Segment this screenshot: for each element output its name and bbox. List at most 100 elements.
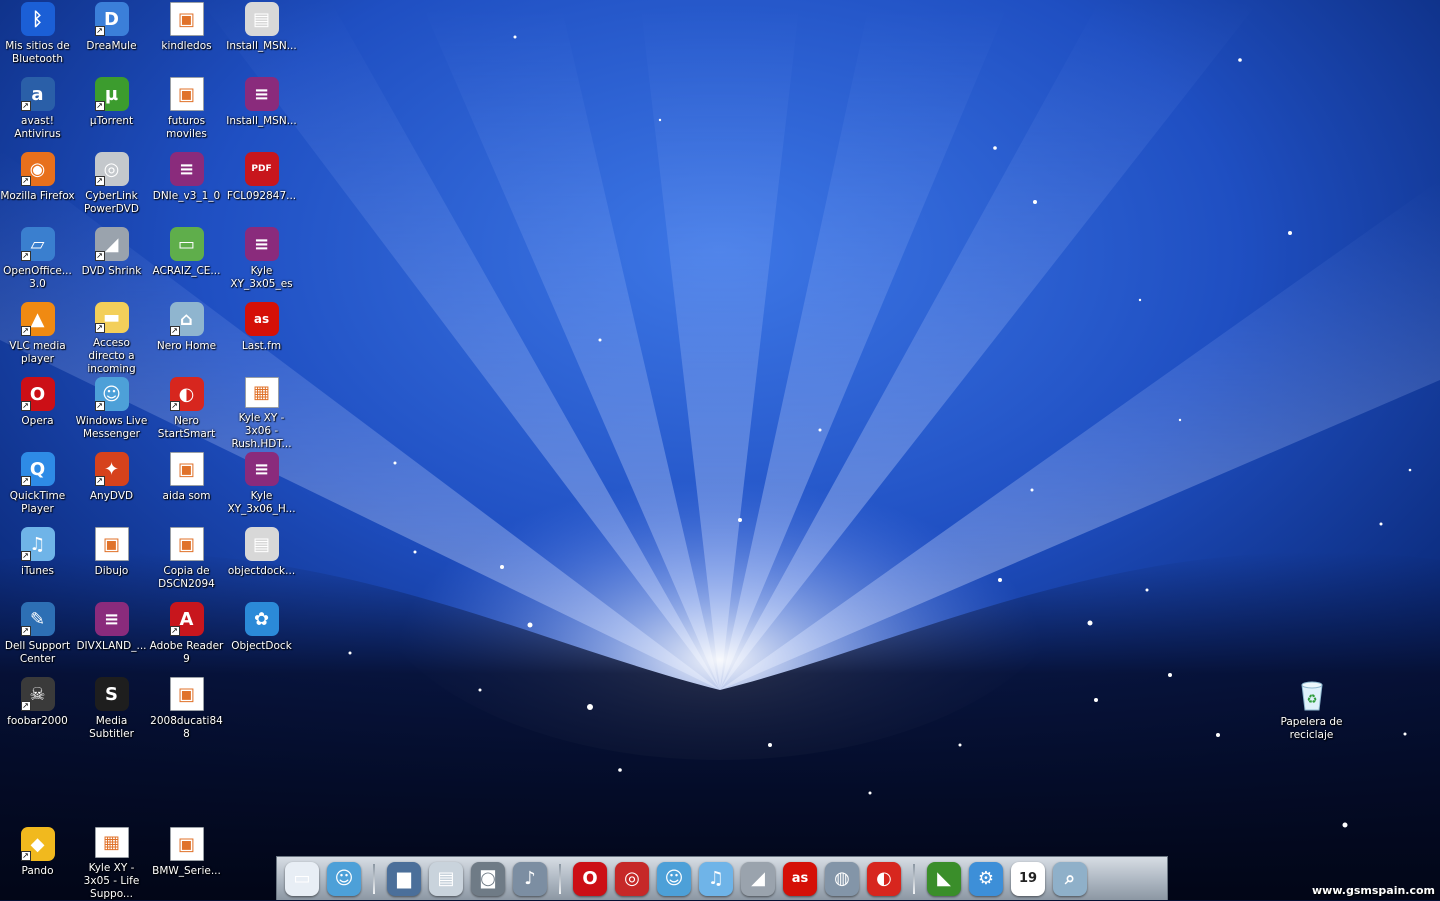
svg-text:♻: ♻ — [1306, 692, 1317, 706]
desktop-shortcut[interactable]: ▣ aida som — [149, 451, 224, 526]
desktop-shortcut[interactable]: ▣ BMW_Serie... — [149, 826, 224, 901]
dock-glyph: ◎ — [624, 868, 640, 889]
dock-item[interactable]: ▤ — [426, 859, 466, 899]
shortcut-arrow-icon: ↗ — [20, 851, 31, 861]
desktop-shortcut[interactable]: ≡ DNIe_v3_1_0 — [149, 151, 224, 226]
shortcut-arrow-icon: ↗ — [20, 251, 31, 261]
archive-icon: ≡ — [169, 152, 204, 186]
desktop-shortcut[interactable]: ≡ Kyle XY_3x06_H... — [224, 451, 299, 526]
desktop-icon-label: Install_MSN... — [226, 115, 297, 127]
dock-separator — [373, 863, 375, 894]
desktop-shortcut[interactable]: ⌂ ↗ Nero Home — [149, 301, 224, 376]
desktop-shortcut[interactable]: D ↗ DreaMule — [74, 1, 149, 76]
dock-item[interactable]: ◣ — [924, 859, 964, 899]
dock-item[interactable]: O — [570, 859, 610, 899]
desktop-shortcut[interactable]: ✎ ↗ Dell Support Center — [0, 601, 75, 676]
desktop-shortcut[interactable]: Q ↗ QuickTime Player — [0, 451, 75, 526]
dock-item[interactable]: ⚙ — [966, 859, 1006, 899]
icon-glyph: O — [29, 383, 46, 405]
desktop-shortcut[interactable]: ᛒ Mis sitios de Bluetooth — [0, 1, 75, 76]
desktop-shortcut[interactable]: ▦ Kyle XY - 3x06 - Rush.HDT... — [224, 376, 299, 451]
pdf-file-icon: PDF — [244, 152, 279, 186]
desktop-shortcut[interactable]: ▭ ACRAIZ_CE... — [149, 226, 224, 301]
desktop-shortcut[interactable]: ≡ Kyle XY_3x05_es — [224, 226, 299, 301]
icon-glyph: ▣ — [177, 833, 195, 855]
dock-item[interactable]: ▆ — [384, 859, 424, 899]
dock-item[interactable]: ◎ — [612, 859, 652, 899]
shortcut-arrow-icon: ↗ — [94, 251, 105, 261]
icon-glyph: ▤ — [252, 533, 270, 555]
desktop-shortcut[interactable]: ▤ objectdock... — [224, 526, 299, 601]
desktop-icon-label: Dibujo — [94, 565, 129, 577]
dock-item[interactable]: ⌕ — [1050, 859, 1090, 899]
icon-glyph: ☠ — [29, 683, 46, 705]
desktop-icon-label: DNIe_v3_1_0 — [152, 190, 221, 202]
dock-item[interactable]: ☺ — [324, 859, 364, 899]
desktop-shortcut[interactable]: ▬ ↗ Acceso directo a incoming — [74, 301, 149, 376]
image-file-icon: ▣ — [169, 452, 204, 486]
desktop-shortcut[interactable]: ▦ Kyle XY - 3x05 - Life Suppo... — [74, 826, 149, 901]
dock-item[interactable]: ▭ — [282, 859, 322, 899]
dock-item[interactable]: ♫ — [696, 859, 736, 899]
shortcut-arrow-icon: ↗ — [20, 401, 31, 411]
desktop-icon-label: OpenOffice... 3.0 — [3, 265, 72, 290]
icon-glyph: ▦ — [252, 382, 270, 403]
dvdshrink-dock-icon: ◢ — [741, 861, 775, 896]
avast-icon: a ↗ — [20, 77, 55, 111]
dock-item[interactable]: ☺ — [654, 859, 694, 899]
desktop-shortcut[interactable]: ✿ ObjectDock — [224, 601, 299, 676]
desktop-shortcut[interactable]: ◆ ↗ Pando — [0, 826, 75, 901]
desktop-shortcut[interactable]: PDF FCL092847... — [224, 151, 299, 226]
desktop-shortcut[interactable]: ◐ ↗ Nero StartSmart — [149, 376, 224, 451]
desktop-shortcut[interactable]: ▤ Install_MSN... — [224, 1, 299, 76]
foobar-icon: ☠ ↗ — [20, 677, 55, 711]
desktop-shortcut[interactable]: O ↗ Opera — [0, 376, 75, 451]
desktop-shortcut[interactable]: a ↗ avast! Antivirus — [0, 76, 75, 151]
dreamule-icon: D ↗ — [94, 2, 129, 36]
desktop-shortcut[interactable]: ☠ ↗ foobar2000 — [0, 676, 75, 751]
dock-item[interactable]: ◍ — [822, 859, 862, 899]
desktop-icon-label: foobar2000 — [7, 715, 68, 727]
dock-glyph: ◐ — [876, 868, 892, 889]
dock-item[interactable]: 19 — [1008, 859, 1048, 899]
messenger-dock-icon: ☺ — [327, 861, 361, 896]
desktop-shortcut[interactable]: ≡ DIVXLAND_... — [74, 601, 149, 676]
desktop-shortcut[interactable]: ▣ Copia de DSCN2094 — [149, 526, 224, 601]
shortcut-arrow-icon: ↗ — [94, 476, 105, 486]
dock-item[interactable]: ◙ — [468, 859, 508, 899]
dock-item[interactable]: ♪ — [510, 859, 550, 899]
desktop-shortcut[interactable]: ◉ ↗ Mozilla Firefox — [0, 151, 75, 226]
desktop-shortcut[interactable]: as Last.fm — [224, 301, 299, 376]
desktop-icon-label: ObjectDock — [231, 640, 292, 652]
recycle-bin[interactable]: ♻ Papelera de reciclaje — [1274, 677, 1349, 752]
desktop-shortcut[interactable]: S Media Subtitler — [74, 676, 149, 751]
desktop-shortcut[interactable]: ▣ kindledos — [149, 1, 224, 76]
desktop-shortcut[interactable]: ▱ ↗ OpenOffice... 3.0 — [0, 226, 75, 301]
desktop-icon-label: Copia de DSCN2094 — [158, 565, 215, 590]
dock-item[interactable]: ◐ — [864, 859, 904, 899]
dock-item[interactable]: as — [780, 859, 820, 899]
desktop-icon-label: QuickTime Player — [9, 490, 66, 515]
desktop-shortcut[interactable]: A ↗ Adobe Reader 9 — [149, 601, 224, 676]
desktop-shortcut[interactable]: ▣ futuros moviles — [149, 76, 224, 151]
desktop-shortcut[interactable]: ▣ Dibujo — [74, 526, 149, 601]
dock-glyph: ▤ — [437, 868, 455, 889]
desktop-shortcut[interactable]: ≡ Install_MSN... — [224, 76, 299, 151]
desktop-icon-label: ACRAIZ_CE... — [152, 265, 221, 277]
desktop-shortcut[interactable]: ♫ ↗ iTunes — [0, 526, 75, 601]
opera-icon: O ↗ — [20, 377, 55, 411]
desktop-shortcut[interactable]: ✦ ↗ AnyDVD — [74, 451, 149, 526]
desktop-shortcut[interactable]: ▲ ↗ VLC media player — [0, 301, 75, 376]
desktop-shortcut[interactable]: ◢ ↗ DVD Shrink — [74, 226, 149, 301]
shortcut-arrow-icon: ↗ — [20, 551, 31, 561]
desktop-shortcut[interactable]: ◎ ↗ CyberLink PowerDVD — [74, 151, 149, 226]
dvd-dock-icon: ◎ — [615, 861, 649, 896]
dock-glyph: as — [791, 871, 809, 886]
desktop-shortcut[interactable]: µ ↗ µTorrent — [74, 76, 149, 151]
folder-icon: ▬ ↗ — [94, 302, 129, 333]
dock-item[interactable]: ◢ — [738, 859, 778, 899]
desktop-shortcut[interactable]: ☺ ↗ Windows Live Messenger — [74, 376, 149, 451]
desktop-shortcut[interactable]: ▣ 2008ducati848 — [149, 676, 224, 751]
desktop-icon-label: avast! Antivirus — [14, 115, 61, 140]
desktop-icon-label: iTunes — [21, 565, 54, 577]
